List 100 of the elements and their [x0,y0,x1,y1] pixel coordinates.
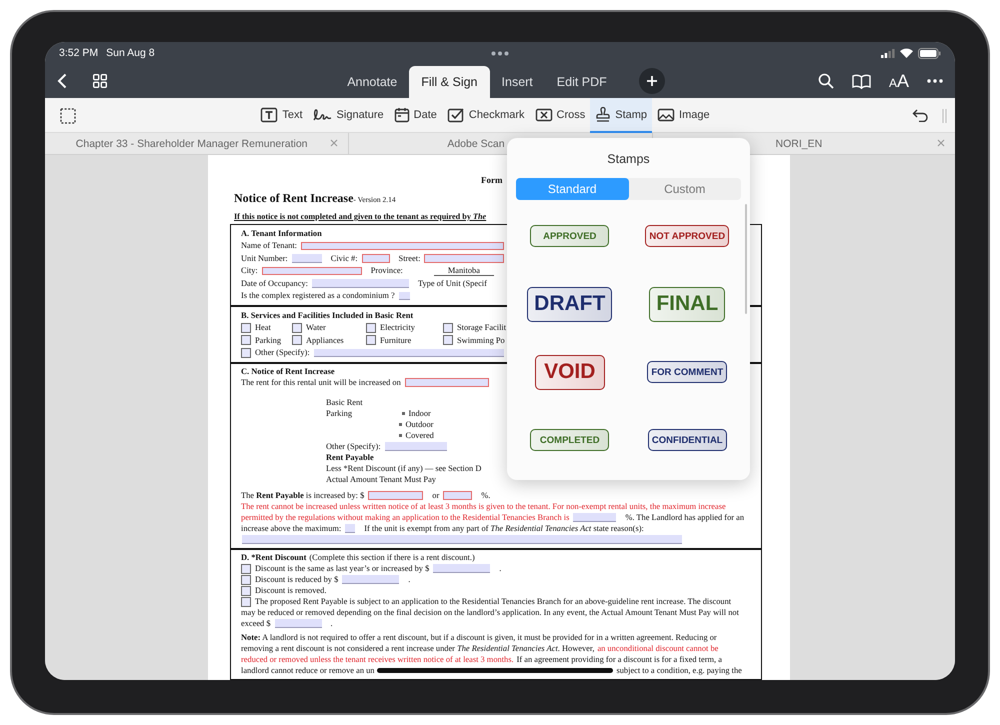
form-text: Swimming Po [457,336,505,345]
tool-button[interactable]: Text [255,98,308,133]
input-field[interactable] [443,491,472,500]
tool-button[interactable]: Image [652,98,715,133]
input-field[interactable] [404,378,489,387]
checkbox[interactable] [241,574,251,584]
tool-button[interactable]: Stamp [590,98,652,133]
form-text: D. *Rent Discount [241,553,306,562]
input-field[interactable] [368,491,424,500]
add-button[interactable] [638,68,665,94]
tool-button[interactable]: Date [388,98,442,133]
form-text: Electricity [380,323,415,332]
stamp-option[interactable]: CONFIDENTIAL [648,429,727,451]
mode-tab[interactable]: Edit PDF [544,66,619,98]
mode-tab[interactable]: Insert [490,66,545,98]
form-text: landlord cannot reduce or remove an un [241,666,374,675]
form-text: Rent Payable [326,453,374,462]
checkbox[interactable] [292,335,302,346]
form-text: Other (Specify): [255,348,310,358]
input-field[interactable] [292,254,322,262]
mode-tab[interactable]: Fill & Sign [409,66,490,98]
bullet-icon [402,412,404,415]
form-text: C. Notice of Rent Increase [241,367,335,376]
checkbox[interactable] [241,335,251,346]
form-text: B. Services and Facilities Included in Basic Rent [241,310,414,320]
grid-icon[interactable] [93,74,107,88]
form-text: Furniture [380,336,412,345]
form-text: Less *Rent Discount (if any) — see Section D [326,464,482,473]
text-size-button[interactable]: AA [888,72,909,90]
mode-tab[interactable]: Annotate [335,66,410,98]
checkbox[interactable] [443,335,453,346]
stamp-option[interactable]: FOR COMMENT [647,361,728,383]
signal-icon [881,48,895,58]
checkbox[interactable] [366,335,376,346]
form-text: The rent cannot be increased unless written notice of at least 3 months is given to the tenant. For non-exempt rental units, the maximum increase [241,502,726,511]
search-icon[interactable] [818,73,834,89]
form-text: Name of Tenant: [241,241,298,250]
tool-button[interactable]: Signature [308,98,389,133]
back-icon[interactable] [57,73,67,89]
form-text: %. [481,491,490,500]
form-text: reduced or removed unless the tenant receives written notice of at least 3 months. [241,655,514,664]
form-text: . [499,564,502,573]
form-text: Street: [398,254,420,263]
stamp-option[interactable]: NOT APPROVED [645,225,730,247]
input-field[interactable] [274,619,322,628]
input-field[interactable] [342,575,400,584]
status-date: Sun Aug 8 [106,47,155,59]
form-text: an unconditional discount cannot be [597,644,718,653]
input-field[interactable] [384,442,447,451]
checkbox[interactable] [443,322,453,333]
stamp-option[interactable]: FINAL [649,286,726,322]
warning-text: If this notice is not completed and given to the tenant as required by The [234,212,486,221]
form-text: The Rent Payable is increased by: $ [241,491,364,500]
form-text: Appliances [306,336,344,345]
calendar-icon [394,106,410,122]
stamp-option[interactable]: APPROVED [530,225,610,247]
status-time: 3:52 PM [59,47,98,59]
input-field[interactable] [301,242,504,250]
form-text: A. Tenant Information [241,228,322,238]
input-field[interactable] [573,513,616,522]
checkbox[interactable] [241,586,251,596]
stamp-option[interactable]: VOID [534,354,605,390]
tool-button[interactable]: Checkmark [442,98,530,133]
input-field[interactable] [362,254,390,262]
checkbox[interactable] [366,322,376,333]
form-text: Province: [370,266,403,276]
checkbox[interactable] [241,596,251,606]
undo-icon[interactable] [912,109,928,122]
input-field[interactable] [242,535,682,544]
form-text: Parking [326,409,354,418]
input-field[interactable] [312,279,409,288]
input-field[interactable] [398,292,410,300]
input-field[interactable] [262,266,362,275]
checkbox[interactable] [241,348,251,358]
checkbox[interactable] [241,564,251,574]
form-text: subject to a condition, e.g. paying the [616,666,742,675]
book-icon[interactable] [852,74,871,88]
checkbox[interactable] [292,322,302,333]
tool-button[interactable]: Cross [530,98,590,133]
input-field[interactable] [433,564,490,573]
input-field[interactable] [424,254,504,262]
document-tab[interactable]: Chapter 33 - Shareholder Manager Remuneration [45,133,348,154]
input-field[interactable] [345,524,356,533]
stamp-option[interactable]: DRAFT [527,286,612,322]
form-text: (Complete this section if there is a rent discount.) [309,553,475,562]
form-text: Water [306,323,326,332]
form-text: may be reduced or removed depending on the final decision on the landlord’s application. In any event, the Actual Amount Tenant Must Pay will not [241,608,739,617]
selection-icon[interactable] [60,108,76,124]
form-text: increase above the maximum: [241,524,342,533]
form-text: Covered [406,431,434,440]
form-text: If the unit is exempt from any part of The Residential Tenancies Act state reason(s): [364,524,644,533]
segment-tab[interactable]: Custom [628,178,741,200]
cross-box-icon [534,106,553,122]
input-field[interactable]: Manitoba [434,266,494,276]
drag-handle-icon[interactable] [942,108,947,124]
stamp-option[interactable]: COMPLETED [530,429,610,451]
more-icon[interactable] [927,79,943,83]
multitask-dots-icon [491,50,509,56]
checkbox[interactable] [241,322,251,333]
input-field[interactable] [314,348,504,357]
